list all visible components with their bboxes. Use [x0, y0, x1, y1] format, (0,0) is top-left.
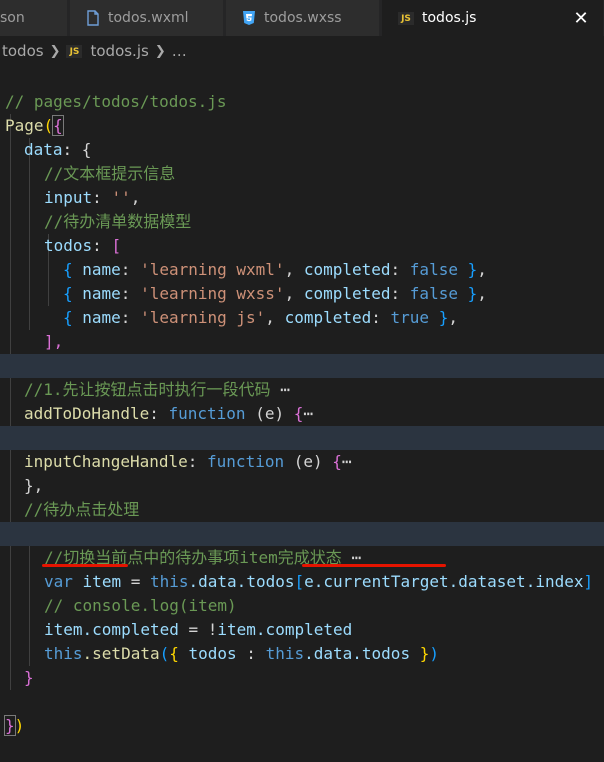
close-icon[interactable]: ✕ [559, 0, 603, 36]
code-line: //待办清单数据模型 [44, 212, 192, 231]
code-line: input: '', [44, 188, 141, 207]
code-line: { name: 'learning wxml', completed: fals… [63, 260, 487, 279]
annotation-underline [302, 564, 446, 567]
tab-todos-js[interactable]: JS todos.js ✕ [382, 0, 604, 36]
code-line: data: { [24, 140, 92, 159]
code-line: //文本框提示信息 [44, 164, 176, 183]
code-line: this.setData({ todos : this.data.todos }… [44, 644, 439, 663]
code-line: }, [24, 476, 44, 495]
code-line: { name: 'learning js', completed: true }… [63, 308, 458, 327]
tab-todos-wxss[interactable]: todos.wxss [226, 0, 380, 36]
breadcrumb-more[interactable]: … [172, 42, 187, 60]
code-line: ], [44, 332, 64, 351]
code-line: } [24, 668, 34, 687]
code-line: }) [4, 715, 25, 736]
tab-label: todos.wxss [264, 10, 342, 26]
code-line: item.completed = !item.completed [44, 620, 353, 639]
code-line: todos: [ [44, 236, 122, 255]
file-icon [86, 10, 100, 26]
tab-label: son [0, 10, 25, 26]
js-icon: JS [398, 11, 414, 25]
code-line: addToDoHandle: function (e) {⋯ [24, 404, 314, 423]
annotation-underline [42, 564, 128, 567]
breadcrumb: todos ❯ JS todos.js ❯ … [0, 36, 604, 66]
tab-bar: son todos.wxml todos.wxss JS todos.js ✕ [0, 0, 604, 36]
code-line: { name: 'learning wxss', completed: fals… [63, 284, 487, 303]
code-line: }, [0, 330, 604, 375]
code-line: toggleTodHandle: function (e) { [0, 498, 604, 543]
chevron-right-icon: ❯ [154, 43, 166, 59]
tab-label: todos.wxml [108, 10, 189, 26]
tab-label: todos.js [422, 10, 477, 26]
code-line: inputChangeHandle: function (e) {⋯ [0, 426, 604, 471]
breadcrumb-file[interactable]: todos.js [90, 42, 148, 60]
code-line: //切换当前点中的待办事项item完成状态 ⋯ [0, 522, 604, 567]
code-line: Page({ [5, 115, 64, 136]
code-line: // pages/todos/todos.js [5, 92, 227, 111]
js-icon: JS [66, 44, 83, 58]
code-line: //1.先让按钮点击时执行一段代码 ⋯ [0, 354, 604, 399]
code-line: }, [0, 402, 604, 447]
css-icon [242, 10, 256, 26]
tab-todos-wxml[interactable]: todos.wxml [70, 0, 224, 36]
code-line: // console.log(item) [44, 596, 237, 615]
chevron-right-icon: ❯ [49, 43, 61, 59]
breadcrumb-folder[interactable]: todos [2, 42, 44, 60]
code-line: //待办点击处理 [24, 500, 140, 519]
tab-json[interactable]: son [0, 0, 68, 36]
